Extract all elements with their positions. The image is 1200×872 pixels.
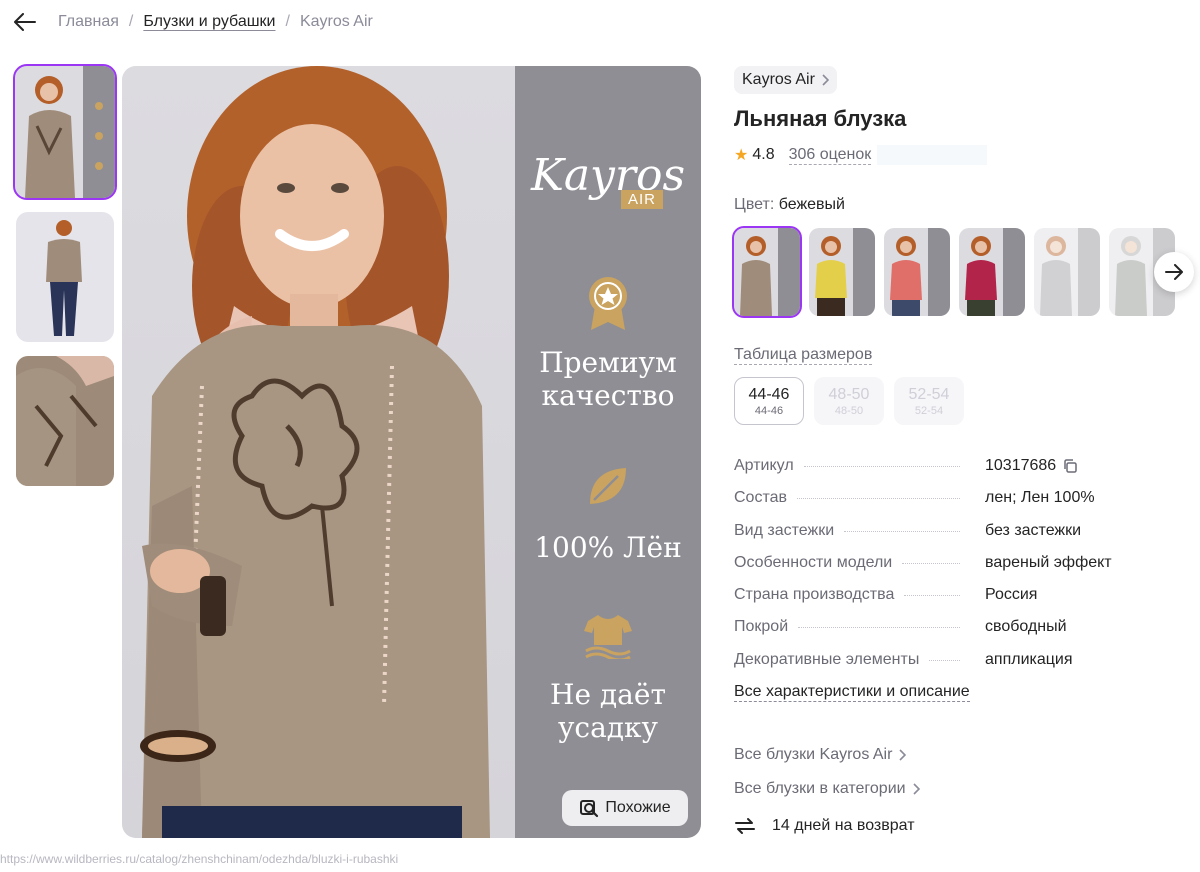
spec-value: вареный эффект	[985, 553, 1112, 571]
rating-placeholder	[877, 145, 988, 165]
swatches-next-button[interactable]	[1154, 252, 1194, 292]
rating-row: ★ 4.8 306 оценок	[734, 144, 1200, 166]
spec-value: аппликация	[985, 650, 1073, 668]
similar-button[interactable]: Похожие	[562, 790, 688, 826]
breadcrumb-separator: /	[285, 13, 290, 30]
spec-row: Покрой свободный	[734, 618, 1200, 650]
size-options: 44-46 44-46 48-50 48-50 52-54 52-54	[734, 377, 1200, 425]
spec-key: Особенности модели	[734, 553, 893, 571]
brand-logo-air: AIR	[621, 190, 664, 209]
brand-name: Kayros Air	[742, 71, 815, 88]
feature-linen: 100% Лён	[534, 531, 682, 564]
similar-label: Похожие	[605, 799, 671, 816]
swatch-beige[interactable]	[732, 226, 802, 318]
similar-search-icon	[580, 800, 599, 818]
spec-value: свободный	[985, 618, 1067, 636]
size-option-48-50[interactable]: 48-50 48-50	[814, 377, 884, 425]
spec-key: Покрой	[734, 618, 789, 636]
breadcrumb-category[interactable]: Блузки и рубашки	[143, 13, 275, 31]
color-label: Цвет:	[734, 196, 775, 213]
spec-row: Особенности модели вареный эффект	[734, 554, 1200, 586]
reviews-link[interactable]: 306 оценок	[788, 146, 872, 165]
color-label-row: Цвет: бежевый	[734, 196, 1200, 214]
brand-chip[interactable]: Kayros Air	[734, 66, 837, 94]
spec-value: Россия	[985, 586, 1038, 604]
breadcrumb-brand[interactable]: Kayros Air	[300, 13, 373, 31]
specs-list: Артикул 10317686 Состав лен; Лен 100% Ви…	[734, 457, 1200, 683]
breadcrumb: Главная / Блузки и рубашки / Kayros Air	[12, 8, 373, 36]
feature-premium: Премиум качество	[539, 346, 677, 412]
copy-icon[interactable]	[1062, 458, 1078, 474]
spec-value: 10317686	[985, 457, 1057, 474]
spec-key: Вид застежки	[734, 521, 835, 539]
feature-no-shrink: Не даёт усадку	[550, 678, 666, 744]
size-main: 48-50	[828, 386, 870, 403]
link-label: Все блузки Kayros Air	[734, 746, 893, 764]
chevron-right-icon	[912, 783, 920, 795]
color-value: бежевый	[778, 196, 845, 213]
all-brand-blouses-link[interactable]: Все блузки Kayros Air	[734, 738, 1200, 772]
color-swatches	[732, 226, 1200, 318]
related-links: Все блузки Kayros Air Все блузки в катег…	[734, 738, 1200, 806]
spec-value: без застежки	[985, 521, 1082, 539]
product-title: Льняная блузка	[734, 106, 907, 131]
size-main: 44-46	[748, 386, 790, 403]
main-product-image[interactable]: Kayros AIR Премиум качество 100% Лён Не …	[122, 66, 701, 838]
all-characteristics-link[interactable]: Все характеристики и описание	[734, 683, 970, 703]
swatch-grey-light[interactable]	[1034, 228, 1100, 316]
size-option-44-46[interactable]: 44-46 44-46	[734, 377, 804, 425]
thumbnail-list	[13, 64, 117, 500]
chevron-right-icon	[899, 749, 907, 761]
medal-icon	[515, 276, 701, 330]
spec-row: Вид застежки без застежки	[734, 522, 1200, 554]
product-info: Kayros Air Льняная блузка ★ 4.8 306 оцен…	[732, 66, 1200, 836]
size-option-52-54[interactable]: 52-54 52-54	[894, 377, 964, 425]
leaf-icon	[515, 464, 701, 508]
spec-row: Страна производства Россия	[734, 586, 1200, 618]
brand-promo-panel: Kayros AIR Премиум качество 100% Лён Не …	[515, 66, 701, 838]
thumbnail-1[interactable]	[13, 64, 117, 200]
spec-value: лен; Лен 100%	[985, 489, 1095, 507]
swatch-yellow[interactable]	[809, 228, 875, 316]
spec-key: Страна производства	[734, 586, 895, 604]
thumbnail-3[interactable]	[16, 356, 114, 486]
size-table-link[interactable]: Таблица размеров	[734, 346, 873, 365]
thumbnail-2[interactable]	[16, 212, 114, 342]
star-icon: ★	[734, 147, 749, 164]
spec-row: Артикул 10317686	[734, 457, 1200, 489]
shirt-wave-icon	[515, 611, 701, 659]
spec-row: Декоративные элементы аппликация	[734, 651, 1200, 683]
breadcrumb-separator: /	[128, 13, 134, 30]
size-sub: 52-54	[914, 405, 944, 417]
return-text: 14 дней на возврат	[772, 817, 915, 835]
breadcrumb-home[interactable]: Главная	[58, 13, 119, 31]
all-category-blouses-link[interactable]: Все блузки в категории	[734, 772, 1200, 806]
rating-value: 4.8	[752, 146, 775, 163]
back-arrow-icon[interactable]	[12, 9, 38, 35]
return-arrows-icon	[735, 818, 755, 835]
spec-key: Состав	[734, 489, 787, 507]
link-label: Все блузки в категории	[734, 780, 906, 798]
size-sub: 48-50	[834, 405, 864, 417]
size-main: 52-54	[908, 386, 950, 403]
spec-key: Декоративные элементы	[734, 650, 920, 668]
arrow-right-icon	[1165, 264, 1183, 280]
model-photo	[122, 66, 515, 838]
size-sub: 44-46	[754, 405, 784, 417]
swatch-crimson[interactable]	[959, 228, 1025, 316]
chevron-right-icon	[822, 74, 829, 86]
return-policy: 14 дней на возврат	[734, 816, 1200, 836]
swatch-coral[interactable]	[884, 228, 950, 316]
spec-row: Состав лен; Лен 100%	[734, 489, 1200, 521]
brand-logo: Kayros	[530, 150, 686, 201]
spec-key: Артикул	[734, 457, 794, 474]
status-bar-url: https://www.wildberries.ru/catalog/zhens…	[0, 852, 399, 866]
